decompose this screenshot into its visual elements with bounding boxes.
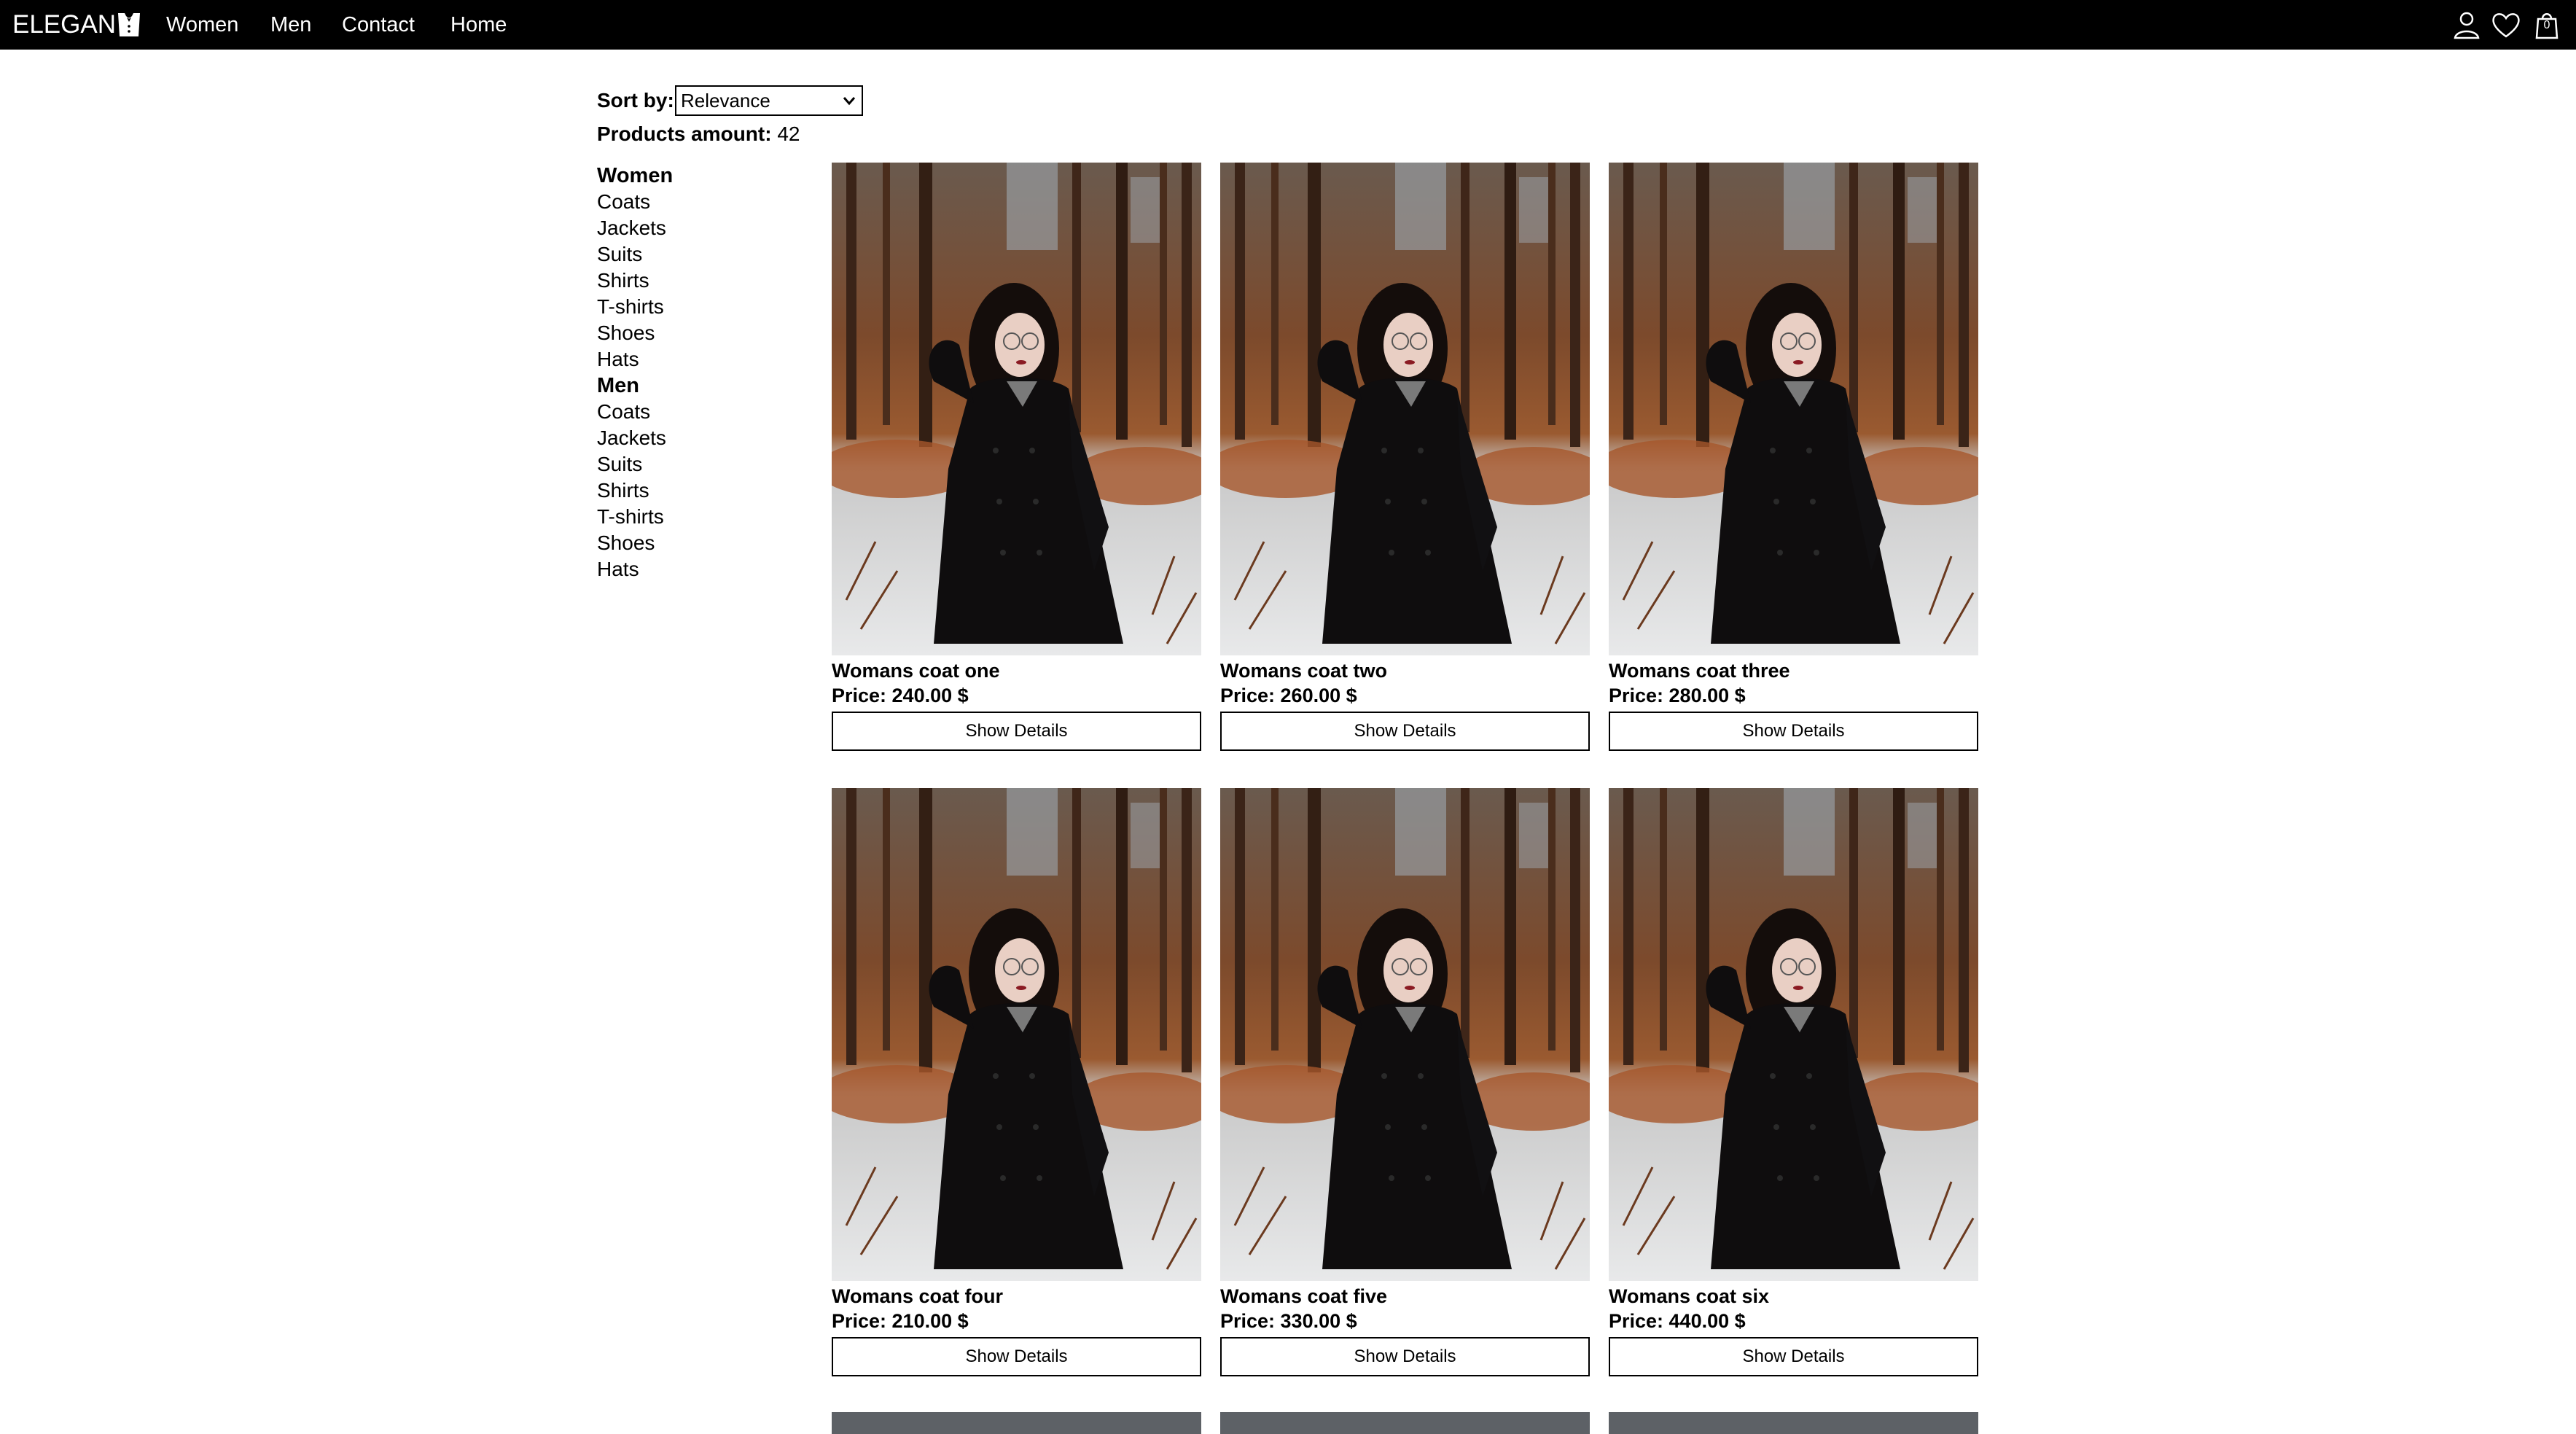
product-price: Price: 440.00 $: [1609, 1310, 1746, 1332]
show-details-button[interactable]: Show Details: [832, 1337, 1201, 1376]
products-amount-value: 42: [777, 122, 800, 145]
product-image[interactable]: [1609, 163, 1978, 655]
cart-icon[interactable]: [2531, 9, 2563, 41]
nav-link-women[interactable]: Women: [166, 10, 238, 39]
category-women-jackets[interactable]: Jackets: [597, 215, 801, 241]
category-men-shoes[interactable]: Shoes: [597, 530, 801, 556]
category-men-shirts[interactable]: Shirts: [597, 478, 801, 504]
product-name: Womans coat six: [1609, 1285, 1770, 1307]
show-details-button[interactable]: Show Details: [832, 712, 1201, 751]
nav-link-men[interactable]: Men: [270, 10, 311, 39]
sort-label: Sort by:: [597, 89, 674, 112]
category-women-shirts[interactable]: Shirts: [597, 268, 801, 294]
product-name: Womans coat four: [832, 1285, 1004, 1307]
show-details-button[interactable]: Show Details: [1220, 712, 1590, 751]
logo-text: ELEGAN: [12, 10, 116, 39]
nav-link-contact[interactable]: Contact: [342, 10, 415, 39]
products-amount: Products amount: 42: [597, 122, 800, 146]
product-price: Price: 210.00 $: [832, 1310, 969, 1332]
product-image-partial[interactable]: [1220, 1412, 1590, 1434]
product-price: Price: 330.00 $: [1220, 1310, 1357, 1332]
sort-dropdown[interactable]: Relevance: [675, 85, 863, 116]
product-image-partial[interactable]: [832, 1412, 1201, 1434]
nav-link-home[interactable]: Home: [450, 10, 507, 39]
show-details-button[interactable]: Show Details: [1609, 1337, 1978, 1376]
product-name: Womans coat two: [1220, 660, 1388, 682]
category-men-suits[interactable]: Suits: [597, 451, 801, 478]
product-photo: [1220, 788, 1590, 1281]
user-icon[interactable]: [2451, 9, 2483, 41]
category-men-jackets[interactable]: Jackets: [597, 425, 801, 451]
category-group-women[interactable]: Women: [597, 163, 801, 189]
show-details-button[interactable]: Show Details: [1220, 1337, 1590, 1376]
product-photo: [1609, 788, 1978, 1281]
category-sidebar: Women Coats Jackets Suits Shirts T-shirt…: [597, 163, 801, 582]
product-photo: [832, 788, 1201, 1281]
category-women-tshirts[interactable]: T-shirts: [597, 294, 801, 320]
product-photo: [1609, 163, 1978, 655]
product-price: Price: 240.00 $: [832, 685, 969, 706]
product-price: Price: 280.00 $: [1609, 685, 1746, 706]
brand-logo[interactable]: ELEGAN: [12, 9, 141, 41]
product-image[interactable]: [1609, 788, 1978, 1281]
category-men-tshirts[interactable]: T-shirts: [597, 504, 801, 530]
product-image[interactable]: [832, 163, 1201, 655]
category-women-hats[interactable]: Hats: [597, 346, 801, 373]
category-men-coats[interactable]: Coats: [597, 399, 801, 425]
category-group-men[interactable]: Men: [597, 373, 801, 399]
product-photo: [832, 163, 1201, 655]
heart-icon[interactable]: [2490, 9, 2522, 41]
chevron-down-icon: [843, 97, 856, 106]
sort-selected-value: Relevance: [681, 89, 770, 112]
product-image[interactable]: [1220, 788, 1590, 1281]
product-image-partial[interactable]: [1609, 1412, 1978, 1434]
product-name: Womans coat one: [832, 660, 1000, 682]
top-navigation-bar: ELEGAN Women Men Contact Home 0: [0, 0, 2576, 50]
product-photo: [1220, 163, 1590, 655]
product-price: Price: 260.00 $: [1220, 685, 1357, 706]
product-image[interactable]: [1220, 163, 1590, 655]
logo-tuxedo-icon: [118, 13, 140, 36]
show-details-button[interactable]: Show Details: [1609, 712, 1978, 751]
category-men-hats[interactable]: Hats: [597, 556, 801, 582]
product-name: Womans coat three: [1609, 660, 1790, 682]
category-women-suits[interactable]: Suits: [597, 241, 801, 268]
category-women-coats[interactable]: Coats: [597, 189, 801, 215]
category-women-shoes[interactable]: Shoes: [597, 320, 801, 346]
product-name: Womans coat five: [1220, 1285, 1388, 1307]
products-amount-label: Products amount:: [597, 122, 772, 145]
product-image[interactable]: [832, 788, 1201, 1281]
